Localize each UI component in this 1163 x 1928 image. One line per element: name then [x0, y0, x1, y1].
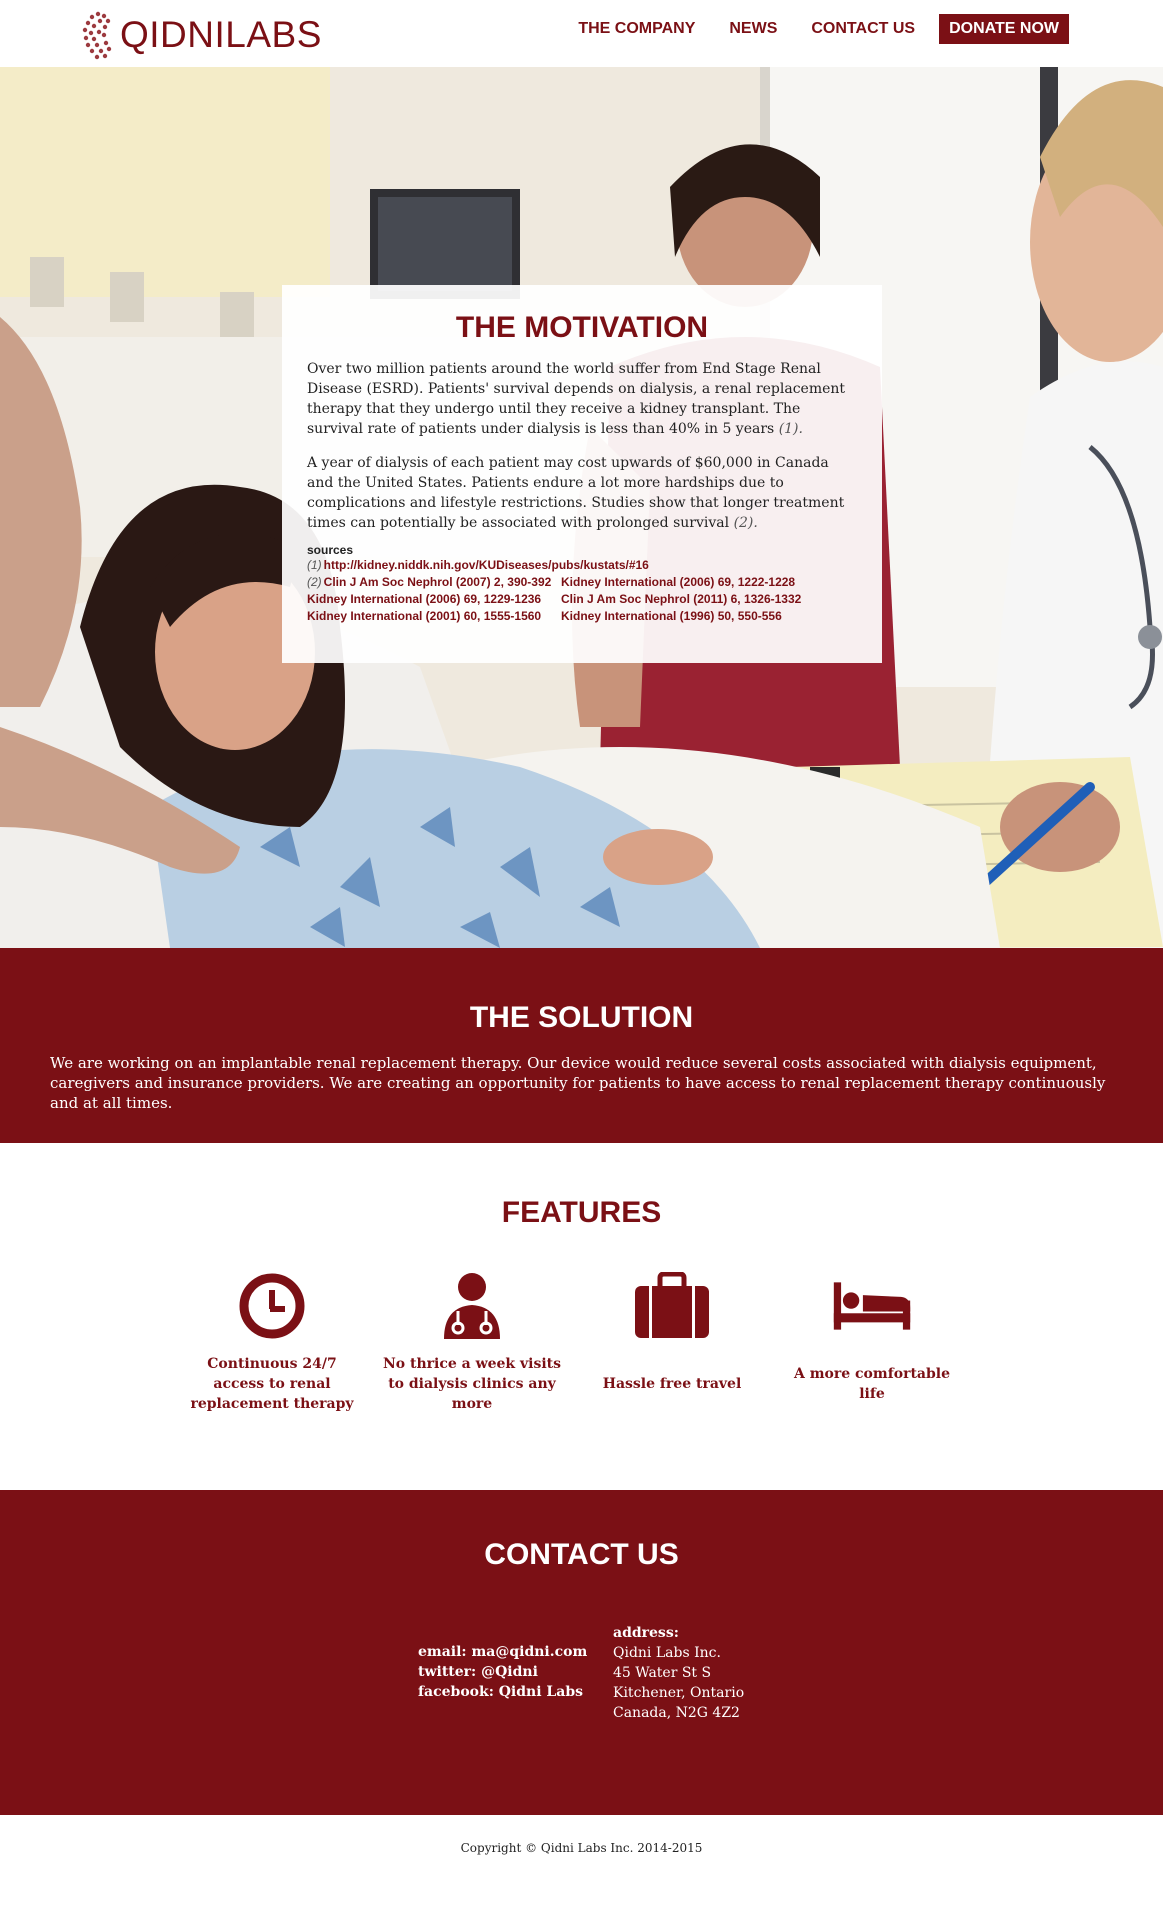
clock-icon — [232, 1268, 312, 1344]
donate-now-button[interactable]: DONATE NOW — [939, 14, 1069, 44]
source-line-1: (1) http://kidney.niddk.nih.gov/KUDiseas… — [307, 557, 857, 574]
contact-facebook[interactable]: facebook: Qidni Labs — [418, 1682, 587, 1702]
contact-title: CONTACT US — [484, 1538, 679, 1571]
source-2b-link[interactable]: Kidney International (2006) 69, 1222-122… — [561, 574, 795, 591]
motivation-paragraph-1: Over two million patients around the wor… — [307, 359, 857, 439]
solution-text: We are working on an implantable renal r… — [50, 1054, 1106, 1112]
contact-email[interactable]: email: ma@qidni.com — [418, 1642, 587, 1662]
source-3a-link[interactable]: Kidney International (2006) 69, 1229-123… — [307, 591, 561, 608]
source-line-3: Kidney International (2006) 69, 1229-123… — [307, 591, 857, 608]
address-label: address: — [613, 1625, 679, 1641]
source-line-2: (2) Clin J Am Soc Nephrol (2007) 2, 390-3… — [307, 574, 857, 591]
features-section: FEATURES Continuous 24/7 access to renal… — [0, 1143, 1163, 1490]
nav-news[interactable]: NEWS — [729, 20, 777, 38]
feature-label: Hassle free travel — [602, 1376, 742, 1392]
features-title: FEATURES — [501, 1196, 662, 1229]
hero-section: THE MOTIVATION Over two million patients… — [0, 67, 1163, 948]
feature-label: Continuous 24/7 access to renal replacem… — [190, 1356, 354, 1412]
address-line-4: Canada, N2G 4Z2 — [613, 1705, 740, 1721]
qidni-labs-logo[interactable]: QIDNILABS — [82, 10, 322, 60]
footer: Copyright © Qidni Labs Inc. 2014-2015 — [0, 1815, 1163, 1928]
motivation-card: THE MOTIVATION Over two million patients… — [282, 285, 882, 663]
feature-no-clinic-visits: No thrice a week visits to dialysis clin… — [372, 1268, 572, 1414]
address-line-2: 45 Water St S — [613, 1665, 712, 1681]
brand-name-bold: QIDNI — [120, 14, 226, 55]
motivation-paragraph-1-text: Over two million patients around the wor… — [307, 361, 846, 437]
source-4a-link[interactable]: Kidney International (2001) 60, 1555-156… — [307, 608, 561, 625]
source-1-link[interactable]: http://kidney.niddk.nih.gov/KUDiseases/p… — [324, 557, 649, 574]
top-navbar: QIDNILABS THE COMPANY NEWS CONTACT US DO… — [0, 0, 1163, 67]
doctor-icon — [432, 1268, 512, 1344]
contact-twitter[interactable]: twitter: @Qidni — [418, 1662, 587, 1682]
reference-1: (1). — [778, 421, 803, 437]
nav-the-company[interactable]: THE COMPANY — [578, 20, 695, 38]
motivation-paragraph-2: A year of dialysis of each patient may c… — [307, 453, 857, 533]
source-1-number: (1) — [307, 558, 322, 572]
nav-links: THE COMPANY NEWS CONTACT US DONATE NOW — [544, 14, 1069, 44]
source-4b-link[interactable]: Kidney International (1996) 50, 550-556 — [561, 608, 782, 625]
bed-icon — [832, 1268, 912, 1344]
suitcase-icon — [632, 1268, 712, 1344]
motivation-paragraph-2-text: A year of dialysis of each patient may c… — [307, 455, 845, 531]
source-2-number: (2) — [307, 575, 322, 589]
address-line-1: Qidni Labs Inc. — [613, 1645, 721, 1661]
source-line-4: Kidney International (2001) 60, 1555-156… — [307, 608, 857, 625]
features-list: Continuous 24/7 access to renal replacem… — [172, 1268, 992, 1414]
source-2a-link[interactable]: Clin J Am Soc Nephrol (2007) 2, 390-392 — [324, 574, 552, 591]
reference-2: (2). — [733, 515, 758, 531]
feature-label: No thrice a week visits to dialysis clin… — [382, 1356, 562, 1412]
address-line-3: Kitchener, Ontario — [613, 1685, 745, 1701]
contact-channels: email: ma@qidni.com twitter: @Qidni face… — [418, 1642, 587, 1702]
nav-contact-us[interactable]: CONTACT US — [811, 20, 915, 38]
solution-section: THE SOLUTION We are working on an implan… — [0, 948, 1163, 1143]
source-2a-group: (2) Clin J Am Soc Nephrol (2007) 2, 390-3… — [307, 574, 561, 591]
source-3b-link[interactable]: Clin J Am Soc Nephrol (2011) 6, 1326-133… — [561, 591, 801, 608]
brand-name-thin: LABS — [225, 14, 322, 55]
feature-continuous-access: Continuous 24/7 access to renal replacem… — [172, 1268, 372, 1414]
feature-label: A more comfortable life — [793, 1366, 950, 1402]
feature-hassle-free-travel: Hassle free travel — [572, 1268, 772, 1414]
feature-comfortable-life: A more comfortable life — [772, 1268, 972, 1414]
copyright-text: Copyright © Qidni Labs Inc. 2014-2015 — [460, 1841, 703, 1855]
brand-name: QIDNILABS — [120, 14, 322, 56]
contact-section: CONTACT US email: ma@qidni.com twitter: … — [0, 1490, 1163, 1815]
sources-heading: sources — [307, 543, 354, 557]
dotted-kidney-logo-icon — [82, 11, 112, 60]
contact-address: address: Qidni Labs Inc. 45 Water St S K… — [613, 1623, 744, 1723]
motivation-title: THE MOTIVATION — [455, 311, 709, 344]
solution-title: THE SOLUTION — [469, 1001, 694, 1034]
